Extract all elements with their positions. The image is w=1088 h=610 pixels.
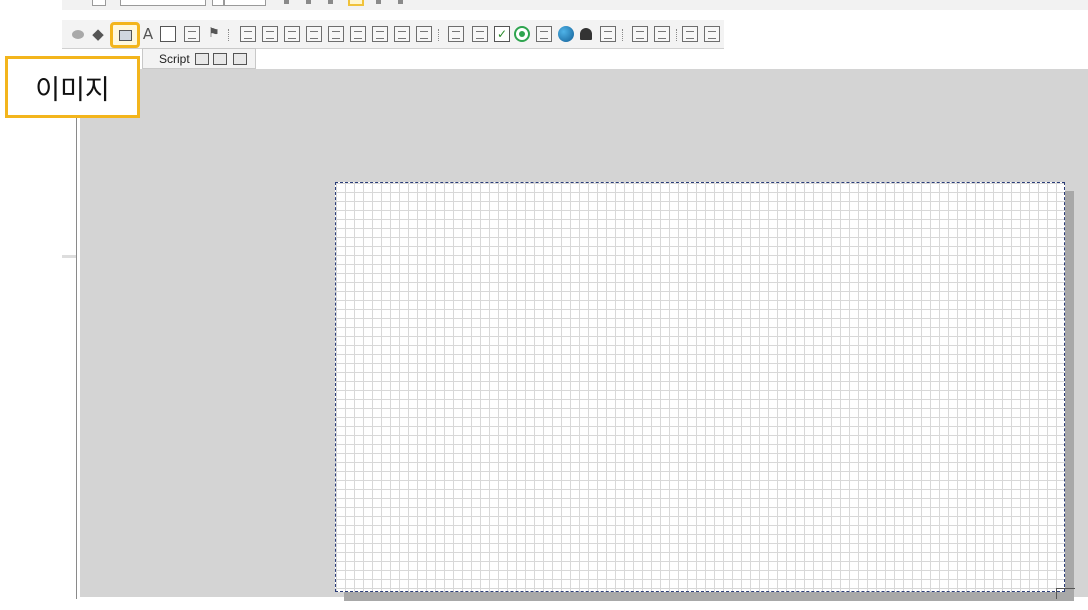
canvas-resize-handle[interactable] <box>1056 588 1075 599</box>
globe-icon[interactable] <box>558 26 574 42</box>
image-tool-icon <box>119 30 132 41</box>
object-toolbar: ◆ A ⚑ ✓ <box>62 20 724 49</box>
toolbar-separator <box>622 29 624 41</box>
font-size-select[interactable] <box>224 0 266 6</box>
open-folder-icon[interactable] <box>195 53 209 65</box>
line-chart-icon[interactable] <box>704 26 720 42</box>
table-icon[interactable] <box>536 26 552 42</box>
grid-table-icon[interactable] <box>654 26 670 42</box>
save-icon[interactable] <box>213 53 227 65</box>
toolbar-separator <box>676 29 678 41</box>
picture-tool-icon[interactable] <box>184 26 200 42</box>
toolbar-separator <box>228 29 230 41</box>
text-tool-icon[interactable]: A <box>140 26 156 42</box>
trend-chart-icon[interactable] <box>682 26 698 42</box>
pie-chart-icon[interactable] <box>328 26 344 42</box>
panel-icon[interactable] <box>233 53 247 65</box>
bar-chart-icon[interactable] <box>240 26 256 42</box>
listbox-icon[interactable] <box>472 26 488 42</box>
align-icon[interactable] <box>376 0 381 4</box>
image-tool-button[interactable] <box>110 22 140 48</box>
radio-button-icon[interactable] <box>514 26 530 42</box>
flag-tool-icon[interactable]: ⚑ <box>206 26 222 42</box>
callout-image-label: 이미지 <box>5 56 140 118</box>
top-toolbar-row <box>62 0 1088 10</box>
left-panel-handle[interactable] <box>62 255 76 258</box>
active-tool-icon[interactable] <box>348 0 364 6</box>
toolbar-separator <box>438 29 440 41</box>
label-icon[interactable] <box>632 26 648 42</box>
checkbox-icon[interactable]: ✓ <box>494 26 510 42</box>
vertical-bar-icon[interactable] <box>306 26 322 42</box>
left-panel-border <box>76 69 77 599</box>
font-dropdown-arrow[interactable] <box>212 0 224 6</box>
bell-icon[interactable] <box>580 28 592 40</box>
ellipse-tool-icon[interactable] <box>72 30 84 39</box>
gauge-icon[interactable] <box>350 26 366 42</box>
bold-icon[interactable] <box>284 0 289 4</box>
font-name-select[interactable] <box>120 0 206 6</box>
italic-icon[interactable] <box>306 0 311 4</box>
tab-script[interactable]: Script <box>159 52 190 66</box>
polygon-tool-icon[interactable]: ◆ <box>90 26 106 42</box>
dropdown-control[interactable] <box>92 0 106 6</box>
sound-tool-icon[interactable] <box>160 26 176 42</box>
script-tab-bar: Script <box>142 48 256 69</box>
design-canvas[interactable] <box>335 182 1065 592</box>
alarm-lamp-icon[interactable] <box>600 26 616 42</box>
align-left-icon[interactable] <box>262 26 278 42</box>
meter-icon[interactable] <box>372 26 388 42</box>
color-icon[interactable] <box>398 0 403 4</box>
xy-plot-icon[interactable] <box>284 26 300 42</box>
cube-icon[interactable] <box>416 26 432 42</box>
tank-icon[interactable] <box>394 26 410 42</box>
underline-icon[interactable] <box>328 0 333 4</box>
text-field-icon[interactable] <box>448 26 464 42</box>
